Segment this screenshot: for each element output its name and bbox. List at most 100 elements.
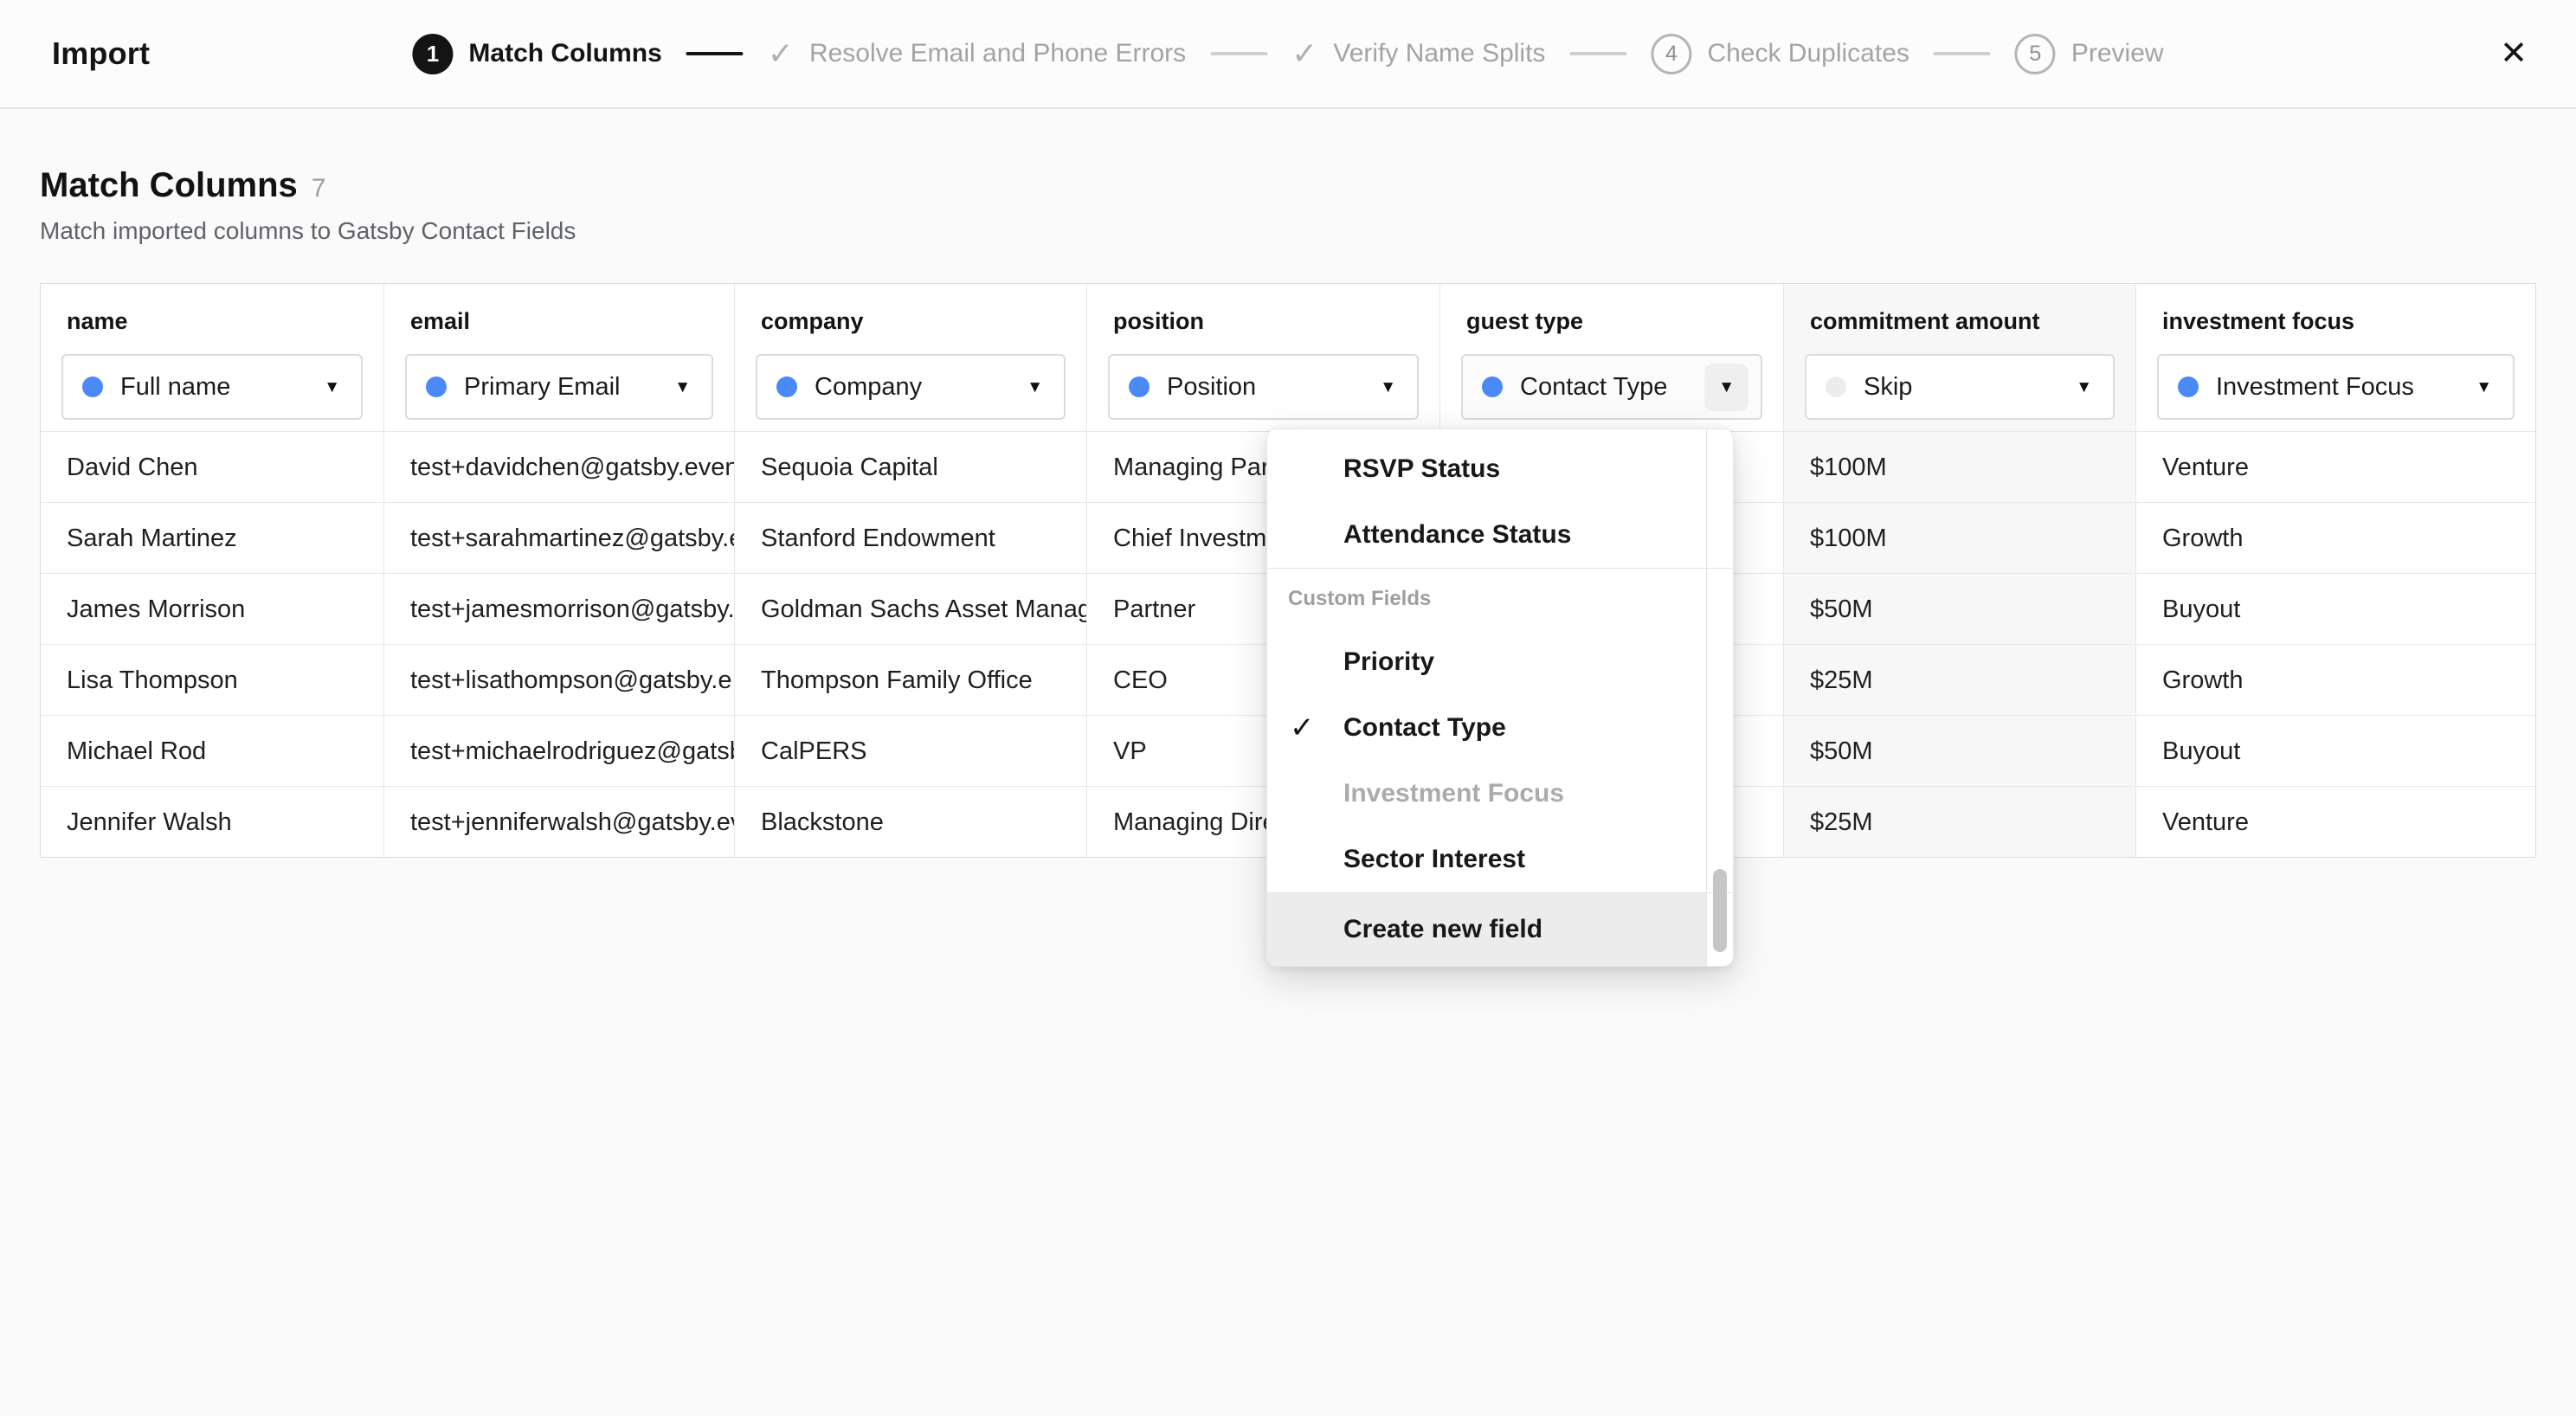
- skip-field-dot: [1826, 377, 1846, 397]
- topbar: Import 1 Match Columns ✓ Resolve Email a…: [0, 0, 2576, 109]
- cell-company: Stanford Endowment: [735, 502, 1087, 573]
- step-resolve-errors[interactable]: ✓ Resolve Email and Phone Errors: [768, 35, 1186, 72]
- mapped-field-dot: [1129, 377, 1150, 397]
- step-3-label: Verify Name Splits: [1333, 39, 1545, 68]
- check-icon: ✓: [768, 35, 794, 72]
- step-1-label: Match Columns: [468, 39, 661, 68]
- step-preview[interactable]: 5 Preview: [2015, 34, 2164, 74]
- cell-investment: Growth: [2136, 502, 2535, 573]
- field-select-guest-type[interactable]: Contact Type ▼: [1461, 354, 1762, 420]
- cell-investment: Growth: [2136, 644, 2535, 715]
- menu-option-attendance-status[interactable]: Attendance Status: [1267, 502, 1707, 568]
- cell-company: Thompson Family Office: [735, 644, 1087, 715]
- step-match-columns[interactable]: 1 Match Columns: [412, 34, 661, 74]
- field-select-name[interactable]: Full name ▼: [61, 354, 363, 420]
- field-select-value: Skip: [1864, 373, 1912, 402]
- cell-commitment: $100M: [1784, 431, 2136, 502]
- cell-email: test+jamesmorrison@gatsby.: [384, 573, 735, 644]
- menu-option-create-new-field[interactable]: Create new field: [1267, 893, 1707, 966]
- page-subtitle: Match imported columns to Gatsby Contact…: [40, 217, 2536, 245]
- step-4-indicator: 4: [1651, 34, 1691, 74]
- column-label: company: [761, 308, 1066, 335]
- cell-email: test+davidchen@gatsby.even: [384, 431, 735, 502]
- page-title: Match Columns: [40, 166, 298, 205]
- cell-company: Sequoia Capital: [735, 431, 1087, 502]
- column-label: position: [1113, 308, 1419, 335]
- mapped-field-dot: [1482, 377, 1503, 397]
- column-header-guest-type: guest type Contact Type ▼: [1440, 284, 1784, 431]
- field-dropdown-menu: RSVP Status Attendance Status Custom Fie…: [1266, 428, 1734, 967]
- chevron-down-icon: ▼: [315, 379, 349, 396]
- column-header-investment-focus: investment focus Investment Focus ▼: [2136, 284, 2535, 431]
- cell-investment: Buyout: [2136, 715, 2535, 786]
- mapped-field-dot: [2178, 377, 2199, 397]
- field-select-investment-focus[interactable]: Investment Focus ▼: [2157, 354, 2515, 420]
- cell-email: test+michaelrodriguez@gatsb: [384, 715, 735, 786]
- column-count-badge: 7: [312, 174, 326, 203]
- column-label: name: [67, 308, 363, 335]
- menu-scrollbar-track: [1706, 429, 1707, 966]
- column-header-position: position Position ▼: [1087, 284, 1440, 431]
- import-modal: Import 1 Match Columns ✓ Resolve Email a…: [0, 0, 2576, 1416]
- cell-company: Goldman Sachs Asset Manag: [735, 573, 1087, 644]
- chevron-down-icon: ▼: [2467, 379, 2501, 396]
- cell-name: Michael Rod: [41, 715, 384, 786]
- menu-option-contact-type[interactable]: ✓ Contact Type: [1267, 695, 1707, 761]
- field-select-value: Investment Focus: [2216, 373, 2414, 402]
- menu-scrollbar-thumb[interactable]: [1713, 869, 1727, 952]
- menu-section-label: Custom Fields: [1288, 587, 1431, 611]
- column-header-commitment-amount: commitment amount Skip ▼: [1784, 284, 2136, 431]
- heading-row: Match Columns 7: [40, 166, 2536, 205]
- cell-commitment: $50M: [1784, 573, 2136, 644]
- field-select-company[interactable]: Company ▼: [756, 354, 1066, 420]
- field-select-value: Position: [1167, 373, 1256, 402]
- menu-section-custom-fields: Custom Fields: [1267, 569, 1707, 629]
- import-stepper: 1 Match Columns ✓ Resolve Email and Phon…: [412, 0, 2163, 107]
- cell-name: Sarah Martinez: [41, 502, 384, 573]
- field-select-commitment-amount[interactable]: Skip ▼: [1805, 354, 2115, 420]
- cell-name: Lisa Thompson: [41, 644, 384, 715]
- field-select-email[interactable]: Primary Email ▼: [405, 354, 713, 420]
- field-select-value: Primary Email: [464, 373, 620, 402]
- field-select-value: Contact Type: [1520, 373, 1667, 402]
- menu-option-priority[interactable]: Priority: [1267, 629, 1707, 695]
- cell-company: CalPERS: [735, 715, 1087, 786]
- menu-option-investment-focus[interactable]: Investment Focus: [1267, 761, 1707, 827]
- cell-email: test+sarahmartinez@gatsby.e: [384, 502, 735, 573]
- chevron-down-icon: ▼: [2067, 379, 2101, 396]
- cell-commitment: $25M: [1784, 786, 2136, 857]
- step-verify-name-splits[interactable]: ✓ Verify Name Splits: [1291, 35, 1545, 72]
- column-label: guest type: [1466, 308, 1762, 335]
- cell-name: David Chen: [41, 431, 384, 502]
- cell-commitment: $50M: [1784, 715, 2136, 786]
- chevron-down-icon: ▼: [1371, 379, 1405, 396]
- cell-name: James Morrison: [41, 573, 384, 644]
- column-header-name: name Full name ▼: [41, 284, 384, 431]
- field-select-position[interactable]: Position ▼: [1108, 354, 1419, 420]
- step-4-label: Check Duplicates: [1707, 39, 1909, 68]
- column-label: email: [410, 308, 713, 335]
- step-2-label: Resolve Email and Phone Errors: [809, 39, 1186, 68]
- menu-option-rsvp-status[interactable]: RSVP Status: [1267, 436, 1707, 502]
- close-icon[interactable]: ✕: [2500, 37, 2528, 70]
- check-icon: ✓: [1290, 711, 1315, 745]
- cell-email: test+lisathompson@gatsby.e: [384, 644, 735, 715]
- step-connector-3: [1569, 52, 1626, 55]
- field-select-value: Company: [815, 373, 922, 402]
- menu-option-sector-interest[interactable]: Sector Interest: [1267, 827, 1707, 892]
- column-header-email: email Primary Email ▼: [384, 284, 735, 431]
- column-header-company: company Company ▼: [735, 284, 1087, 431]
- chevron-down-icon: ▼: [666, 379, 699, 396]
- cell-email: test+jenniferwalsh@gatsby.ev: [384, 786, 735, 857]
- step-5-label: Preview: [2071, 39, 2164, 68]
- field-select-value: Full name: [120, 373, 230, 402]
- mapped-field-dot: [82, 377, 103, 397]
- mapped-field-dot: [776, 377, 797, 397]
- step-connector-1: [686, 52, 744, 55]
- column-label: investment focus: [2162, 308, 2515, 335]
- step-check-duplicates[interactable]: 4 Check Duplicates: [1651, 34, 1909, 74]
- step-connector-2: [1210, 52, 1267, 55]
- cell-company: Blackstone: [735, 786, 1087, 857]
- table-header-row: name Full name ▼ email Primary Email ▼: [41, 284, 2535, 431]
- window-title: Import: [52, 35, 150, 72]
